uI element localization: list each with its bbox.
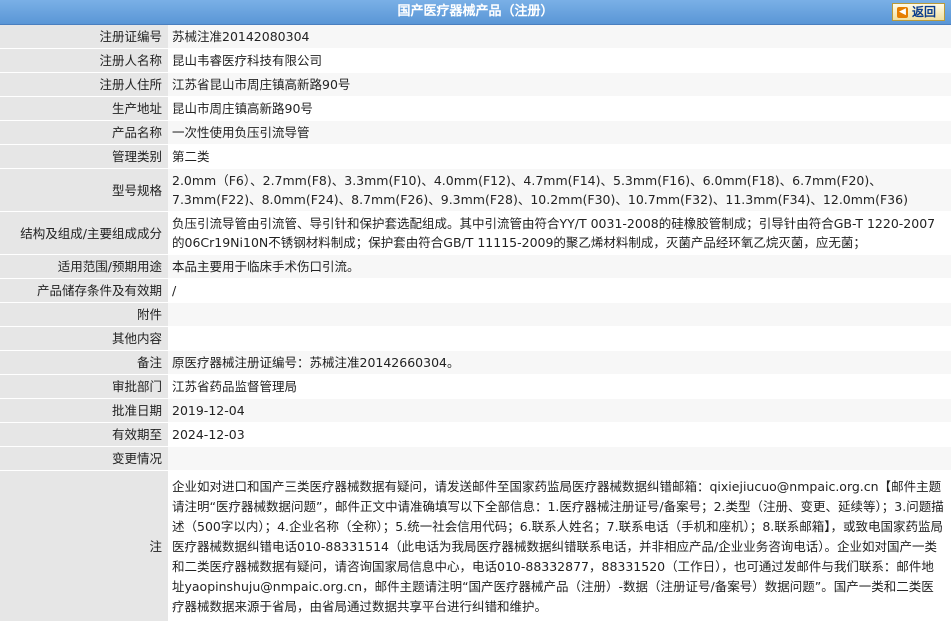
note-row: 注企业如对进口和国产三类医疗器械数据有疑问，请发送邮件至国家药监局医疗器械数据纠…: [0, 470, 951, 622]
field-value: 苏械注准20142080304: [168, 25, 951, 49]
table-row: 型号规格 2.0mm（F6）、2.7mm(F8)、3.3mm(F10)、4.0mm…: [0, 168, 951, 212]
field-label: 结构及组成/主要组成成分: [0, 211, 168, 255]
table-row: 变更情况: [0, 446, 951, 471]
field-label: 注册人住所: [0, 72, 168, 97]
table-row: 注册人名称 昆山韦睿医疗科技有限公司: [0, 48, 951, 73]
table-row: 批准日期 2019-12-04: [0, 398, 951, 423]
table-row: 附件: [0, 302, 951, 327]
field-label: 产品储存条件及有效期: [0, 278, 168, 303]
back-button[interactable]: ◀ 返回: [891, 3, 945, 21]
field-label: 有效期至: [0, 422, 168, 447]
field-value: 原医疗器械注册证编号：苏械注准20142660304。: [168, 350, 951, 375]
back-arrow-icon: ◀: [896, 6, 908, 18]
field-value: 江苏省昆山市周庄镇高新路90号: [168, 72, 951, 97]
field-label: 其他内容: [0, 326, 168, 351]
field-label: 适用范围/预期用途: [0, 254, 168, 279]
field-value: 江苏省药品监督管理局: [168, 374, 951, 399]
note-label: 注: [0, 470, 168, 622]
field-label: 批准日期: [0, 398, 168, 423]
field-label: 审批部门: [0, 374, 168, 399]
field-value: [168, 302, 951, 327]
detail-table: 注册证编号 苏械注准20142080304 注册人名称 昆山韦睿医疗科技有限公司 注册人…: [0, 25, 951, 622]
field-label: 注册证编号: [0, 25, 168, 49]
table-row: 注册人住所 江苏省昆山市周庄镇高新路90号: [0, 72, 951, 97]
table-row: 适用范围/预期用途 本品主要用于临床手术伤口引流。: [0, 254, 951, 279]
field-value: [168, 326, 951, 351]
field-value: 负压引流导管由引流管、导引针和保护套选配组成。其中引流管由符合YY/T 0031…: [168, 211, 951, 255]
table-row: 产品储存条件及有效期 /: [0, 278, 951, 303]
field-value: 2.0mm（F6）、2.7mm(F8)、3.3mm(F10)、4.0mm(F12…: [168, 168, 951, 212]
field-value: 本品主要用于临床手术伤口引流。: [168, 254, 951, 279]
field-value: 昆山市周庄镇高新路90号: [168, 96, 951, 121]
field-value: 昆山韦睿医疗科技有限公司: [168, 48, 951, 73]
field-value: 2019-12-04: [168, 398, 951, 423]
table-row: 生产地址 昆山市周庄镇高新路90号: [0, 96, 951, 121]
table-row: 产品名称 一次性使用负压引流导管: [0, 120, 951, 145]
field-label: 附件: [0, 302, 168, 327]
field-value: 第二类: [168, 144, 951, 169]
table-row: 审批部门 江苏省药品监督管理局: [0, 374, 951, 399]
field-label: 备注: [0, 350, 168, 375]
page-title: 国产医疗器械产品（注册）: [397, 4, 554, 19]
field-value: [168, 446, 951, 471]
table-row: 注册证编号 苏械注准20142080304: [0, 25, 951, 49]
back-button-label: 返回: [911, 5, 936, 19]
field-label: 变更情况: [0, 446, 168, 471]
table-row: 有效期至 2024-12-03: [0, 422, 951, 447]
field-label: 产品名称: [0, 120, 168, 145]
field-value: 2024-12-03: [168, 422, 951, 447]
field-value: 一次性使用负压引流导管: [168, 120, 951, 145]
field-value: /: [168, 278, 951, 303]
note-text: 企业如对进口和国产三类医疗器械数据有疑问，请发送邮件至国家药监局医疗器械数据纠错…: [168, 470, 951, 622]
table-row: 结构及组成/主要组成成分 负压引流导管由引流管、导引针和保护套选配组成。其中引流管…: [0, 211, 951, 255]
table-row: 其他内容: [0, 326, 951, 351]
table-row: 备注 原医疗器械注册证编号：苏械注准20142660304。: [0, 350, 951, 375]
table-row: 管理类别 第二类: [0, 144, 951, 169]
field-label: 型号规格: [0, 168, 168, 212]
page-header: 国产医疗器械产品（注册） ◀ 返回: [0, 0, 951, 25]
detail-page: 国产医疗器械产品（注册） ◀ 返回 注册证编号 苏械注准20142080304 注册…: [0, 0, 951, 622]
field-label: 生产地址: [0, 96, 168, 121]
field-label: 管理类别: [0, 144, 168, 169]
field-label: 注册人名称: [0, 48, 168, 73]
